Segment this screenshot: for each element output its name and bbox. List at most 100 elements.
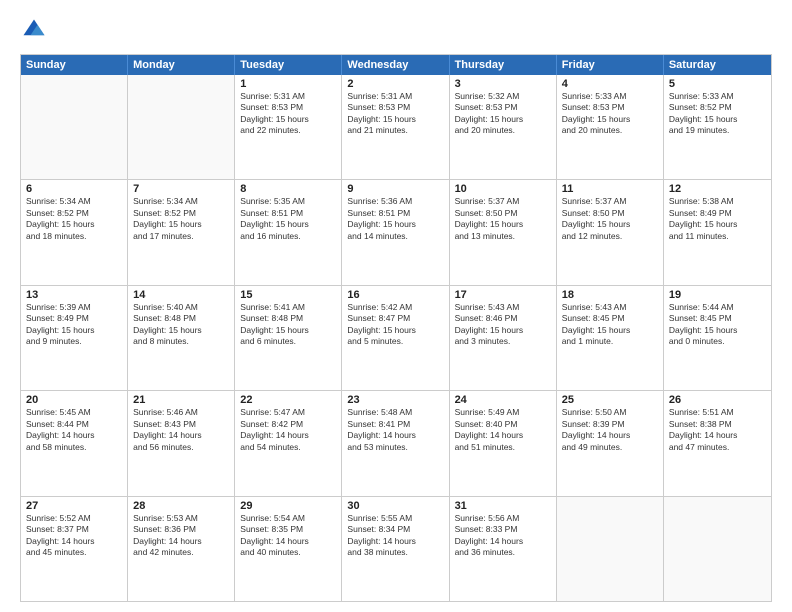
calendar-row-1: 1 Sunrise: 5:31 AM Sunset: 8:53 PM Daylig… xyxy=(21,75,771,180)
cell-day-number: 22 xyxy=(240,394,336,406)
calendar-cell: 8Sunrise: 5:35 AM Sunset: 8:51 PM Daylig… xyxy=(235,180,342,284)
calendar-cell: 4Sunrise: 5:33 AM Sunset: 8:53 PM Daylig… xyxy=(557,75,664,179)
cell-day-number: 23 xyxy=(347,394,443,406)
cell-day-number: 10 xyxy=(455,183,551,195)
cell-info-text: Sunrise: 5:49 AM Sunset: 8:40 PM Dayligh… xyxy=(455,407,551,453)
cell-day-number: 18 xyxy=(562,289,658,301)
cell-info-text: Sunrise: 5:50 AM Sunset: 8:39 PM Dayligh… xyxy=(562,407,658,453)
calendar-body: 1 Sunrise: 5:31 AM Sunset: 8:53 PM Daylig… xyxy=(21,75,771,601)
calendar-cell: 22Sunrise: 5:47 AM Sunset: 8:42 PM Dayli… xyxy=(235,391,342,495)
calendar-header: SundayMondayTuesdayWednesdayThursdayFrid… xyxy=(21,55,771,75)
cell-day-number: 15 xyxy=(240,289,336,301)
calendar-row-4: 20Sunrise: 5:45 AM Sunset: 8:44 PM Dayli… xyxy=(21,391,771,496)
cell-day-number: 14 xyxy=(133,289,229,301)
calendar-cell xyxy=(128,75,235,179)
weekday-header-sunday: Sunday xyxy=(21,55,128,75)
cell-info-text: Sunrise: 5:53 AM Sunset: 8:36 PM Dayligh… xyxy=(133,513,229,559)
calendar-cell: 15Sunrise: 5:41 AM Sunset: 8:48 PM Dayli… xyxy=(235,286,342,390)
cell-day-number: 16 xyxy=(347,289,443,301)
calendar-cell: 6Sunrise: 5:34 AM Sunset: 8:52 PM Daylig… xyxy=(21,180,128,284)
cell-day-number: 4 xyxy=(562,78,658,90)
cell-info-text: Sunrise: 5:48 AM Sunset: 8:41 PM Dayligh… xyxy=(347,407,443,453)
calendar-cell: 17Sunrise: 5:43 AM Sunset: 8:46 PM Dayli… xyxy=(450,286,557,390)
calendar-cell: 28Sunrise: 5:53 AM Sunset: 8:36 PM Dayli… xyxy=(128,497,235,601)
cell-info-text: Sunrise: 5:43 AM Sunset: 8:45 PM Dayligh… xyxy=(562,302,658,348)
cell-info-text: Sunrise: 5:52 AM Sunset: 8:37 PM Dayligh… xyxy=(26,513,122,559)
calendar-row-2: 6 Sunrise: 5:34 AM Sunset: 8:52 PM Daylig… xyxy=(21,180,771,285)
cell-info-text: Sunrise: 5:34 AM Sunset: 8:52 PM Dayligh… xyxy=(133,196,229,242)
logo-icon xyxy=(20,16,48,44)
calendar-cell: 18Sunrise: 5:43 AM Sunset: 8:45 PM Dayli… xyxy=(557,286,664,390)
cell-day-number: 11 xyxy=(562,183,658,195)
calendar-cell: 3Sunrise: 5:32 AM Sunset: 8:53 PM Daylig… xyxy=(450,75,557,179)
cell-info-text: Sunrise: 5:51 AM Sunset: 8:38 PM Dayligh… xyxy=(669,407,766,453)
calendar-cell: 13Sunrise: 5:39 AM Sunset: 8:49 PM Dayli… xyxy=(21,286,128,390)
cell-info-text: Sunrise: 5:42 AM Sunset: 8:47 PM Dayligh… xyxy=(347,302,443,348)
cell-day-number: 8 xyxy=(240,183,336,195)
cell-day-number: 17 xyxy=(455,289,551,301)
calendar-row-3: 13Sunrise: 5:39 AM Sunset: 8:49 PM Dayli… xyxy=(21,286,771,391)
cell-day-number: 20 xyxy=(26,394,122,406)
cell-day-number: 13 xyxy=(26,289,122,301)
cell-info-text: Sunrise: 5:55 AM Sunset: 8:34 PM Dayligh… xyxy=(347,513,443,559)
cell-day-number: 9 xyxy=(347,183,443,195)
cell-day-number: 31 xyxy=(455,500,551,512)
cell-day-number: 3 xyxy=(455,78,551,90)
weekday-header-saturday: Saturday xyxy=(664,55,771,75)
calendar-cell: 14Sunrise: 5:40 AM Sunset: 8:48 PM Dayli… xyxy=(128,286,235,390)
cell-info-text: Sunrise: 5:44 AM Sunset: 8:45 PM Dayligh… xyxy=(669,302,766,348)
cell-info-text: Sunrise: 5:36 AM Sunset: 8:51 PM Dayligh… xyxy=(347,196,443,242)
cell-day-number: 29 xyxy=(240,500,336,512)
logo xyxy=(20,16,52,44)
cell-info-text: Sunrise: 5:47 AM Sunset: 8:42 PM Dayligh… xyxy=(240,407,336,453)
calendar-cell: 26Sunrise: 5:51 AM Sunset: 8:38 PM Dayli… xyxy=(664,391,771,495)
cell-info-text: Sunrise: 5:35 AM Sunset: 8:51 PM Dayligh… xyxy=(240,196,336,242)
cell-day-number: 25 xyxy=(562,394,658,406)
calendar-cell: 21Sunrise: 5:46 AM Sunset: 8:43 PM Dayli… xyxy=(128,391,235,495)
calendar-cell: 23Sunrise: 5:48 AM Sunset: 8:41 PM Dayli… xyxy=(342,391,449,495)
cell-info-text: Sunrise: 5:41 AM Sunset: 8:48 PM Dayligh… xyxy=(240,302,336,348)
calendar-cell: 16Sunrise: 5:42 AM Sunset: 8:47 PM Dayli… xyxy=(342,286,449,390)
calendar-cell xyxy=(21,75,128,179)
cell-info-text: Sunrise: 5:54 AM Sunset: 8:35 PM Dayligh… xyxy=(240,513,336,559)
cell-info-text: Sunrise: 5:31 AM Sunset: 8:53 PM Dayligh… xyxy=(347,91,443,137)
cell-info-text: Sunrise: 5:39 AM Sunset: 8:49 PM Dayligh… xyxy=(26,302,122,348)
calendar-cell xyxy=(664,497,771,601)
calendar-cell: 27Sunrise: 5:52 AM Sunset: 8:37 PM Dayli… xyxy=(21,497,128,601)
cell-info-text: Sunrise: 5:33 AM Sunset: 8:52 PM Dayligh… xyxy=(669,91,766,137)
cell-info-text: Sunrise: 5:38 AM Sunset: 8:49 PM Dayligh… xyxy=(669,196,766,242)
calendar-cell: 20Sunrise: 5:45 AM Sunset: 8:44 PM Dayli… xyxy=(21,391,128,495)
weekday-header-monday: Monday xyxy=(128,55,235,75)
calendar-cell: 11Sunrise: 5:37 AM Sunset: 8:50 PM Dayli… xyxy=(557,180,664,284)
calendar-cell: 1Sunrise: 5:31 AM Sunset: 8:53 PM Daylig… xyxy=(235,75,342,179)
calendar-cell: 29Sunrise: 5:54 AM Sunset: 8:35 PM Dayli… xyxy=(235,497,342,601)
weekday-header-tuesday: Tuesday xyxy=(235,55,342,75)
cell-day-number: 24 xyxy=(455,394,551,406)
cell-info-text: Sunrise: 5:43 AM Sunset: 8:46 PM Dayligh… xyxy=(455,302,551,348)
cell-info-text: Sunrise: 5:33 AM Sunset: 8:53 PM Dayligh… xyxy=(562,91,658,137)
cell-day-number: 30 xyxy=(347,500,443,512)
calendar-row-5: 27Sunrise: 5:52 AM Sunset: 8:37 PM Dayli… xyxy=(21,497,771,601)
cell-day-number: 12 xyxy=(669,183,766,195)
calendar-cell: 10Sunrise: 5:37 AM Sunset: 8:50 PM Dayli… xyxy=(450,180,557,284)
cell-day-number: 21 xyxy=(133,394,229,406)
cell-day-number: 1 xyxy=(240,78,336,90)
cell-info-text: Sunrise: 5:45 AM Sunset: 8:44 PM Dayligh… xyxy=(26,407,122,453)
weekday-header-wednesday: Wednesday xyxy=(342,55,449,75)
cell-day-number: 27 xyxy=(26,500,122,512)
weekday-header-thursday: Thursday xyxy=(450,55,557,75)
calendar-cell: 19Sunrise: 5:44 AM Sunset: 8:45 PM Dayli… xyxy=(664,286,771,390)
cell-info-text: Sunrise: 5:40 AM Sunset: 8:48 PM Dayligh… xyxy=(133,302,229,348)
cell-day-number: 6 xyxy=(26,183,122,195)
calendar-cell: 5Sunrise: 5:33 AM Sunset: 8:52 PM Daylig… xyxy=(664,75,771,179)
page: SundayMondayTuesdayWednesdayThursdayFrid… xyxy=(0,0,792,612)
calendar-cell: 7Sunrise: 5:34 AM Sunset: 8:52 PM Daylig… xyxy=(128,180,235,284)
cell-day-number: 26 xyxy=(669,394,766,406)
cell-day-number: 5 xyxy=(669,78,766,90)
cell-day-number: 19 xyxy=(669,289,766,301)
cell-info-text: Sunrise: 5:37 AM Sunset: 8:50 PM Dayligh… xyxy=(455,196,551,242)
cell-info-text: Sunrise: 5:56 AM Sunset: 8:33 PM Dayligh… xyxy=(455,513,551,559)
calendar-cell: 31Sunrise: 5:56 AM Sunset: 8:33 PM Dayli… xyxy=(450,497,557,601)
cell-info-text: Sunrise: 5:37 AM Sunset: 8:50 PM Dayligh… xyxy=(562,196,658,242)
cell-day-number: 2 xyxy=(347,78,443,90)
